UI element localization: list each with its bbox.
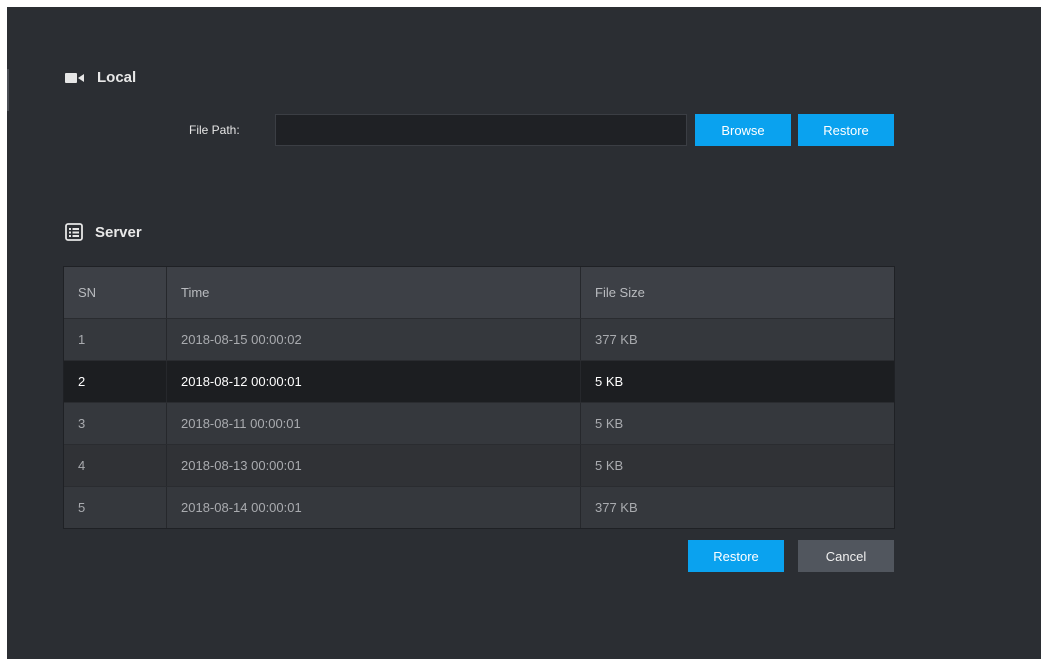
cell-file-size: 377 KB bbox=[595, 332, 638, 347]
table-row[interactable]: 5 2018-08-14 00:00:01 377 KB bbox=[64, 487, 894, 528]
table-row[interactable]: 3 2018-08-11 00:00:01 5 KB bbox=[64, 403, 894, 445]
cell-time: 2018-08-11 00:00:01 bbox=[167, 403, 581, 444]
table-row[interactable]: 1 2018-08-15 00:00:02 377 KB bbox=[64, 319, 894, 361]
panel-edge-divider bbox=[7, 69, 9, 111]
file-path-label: File Path: bbox=[189, 123, 240, 137]
cell-file-size: 5 KB bbox=[595, 416, 624, 431]
column-header-file-size[interactable]: File Size bbox=[581, 267, 894, 318]
file-path-input[interactable] bbox=[275, 114, 687, 146]
column-header-time[interactable]: Time bbox=[167, 267, 581, 318]
cancel-button[interactable]: Cancel bbox=[798, 540, 894, 572]
server-section-header: Server bbox=[65, 223, 142, 241]
table-row-selected[interactable]: 2 2018-08-12 00:00:01 5 KB bbox=[64, 361, 894, 403]
cell-file-size: 5 KB bbox=[595, 374, 624, 389]
cell-sn: 4 bbox=[64, 445, 167, 486]
list-icon bbox=[65, 223, 83, 241]
table-row[interactable]: 4 2018-08-13 00:00:01 5 KB bbox=[64, 445, 894, 487]
browse-button[interactable]: Browse bbox=[695, 114, 791, 146]
cell-time: 2018-08-12 00:00:01 bbox=[167, 361, 581, 402]
restore-dialog: Local File Path: Browse Restore Server S… bbox=[7, 7, 1041, 659]
cell-file-size: 377 KB bbox=[595, 500, 638, 515]
table-header-row: SN Time File Size bbox=[64, 267, 894, 319]
cell-time: 2018-08-15 00:00:02 bbox=[167, 319, 581, 360]
cell-sn: 3 bbox=[64, 403, 167, 444]
video-camera-icon bbox=[65, 71, 85, 85]
local-restore-button[interactable]: Restore bbox=[798, 114, 894, 146]
backup-file-table: SN Time File Size 1 2018-08-15 00:00:02 … bbox=[63, 266, 895, 529]
cell-sn: 5 bbox=[64, 487, 167, 528]
cell-sn: 2 bbox=[64, 361, 167, 402]
cell-time: 2018-08-13 00:00:01 bbox=[167, 445, 581, 486]
local-section-title: Local bbox=[97, 69, 137, 86]
cell-file-size: 5 KB bbox=[595, 458, 624, 473]
server-section-title: Server bbox=[95, 223, 142, 241]
column-header-sn[interactable]: SN bbox=[64, 267, 167, 318]
cell-sn: 1 bbox=[64, 319, 167, 360]
server-restore-button[interactable]: Restore bbox=[688, 540, 784, 572]
local-section-header: Local bbox=[65, 69, 136, 86]
cell-time: 2018-08-14 00:00:01 bbox=[167, 487, 581, 528]
